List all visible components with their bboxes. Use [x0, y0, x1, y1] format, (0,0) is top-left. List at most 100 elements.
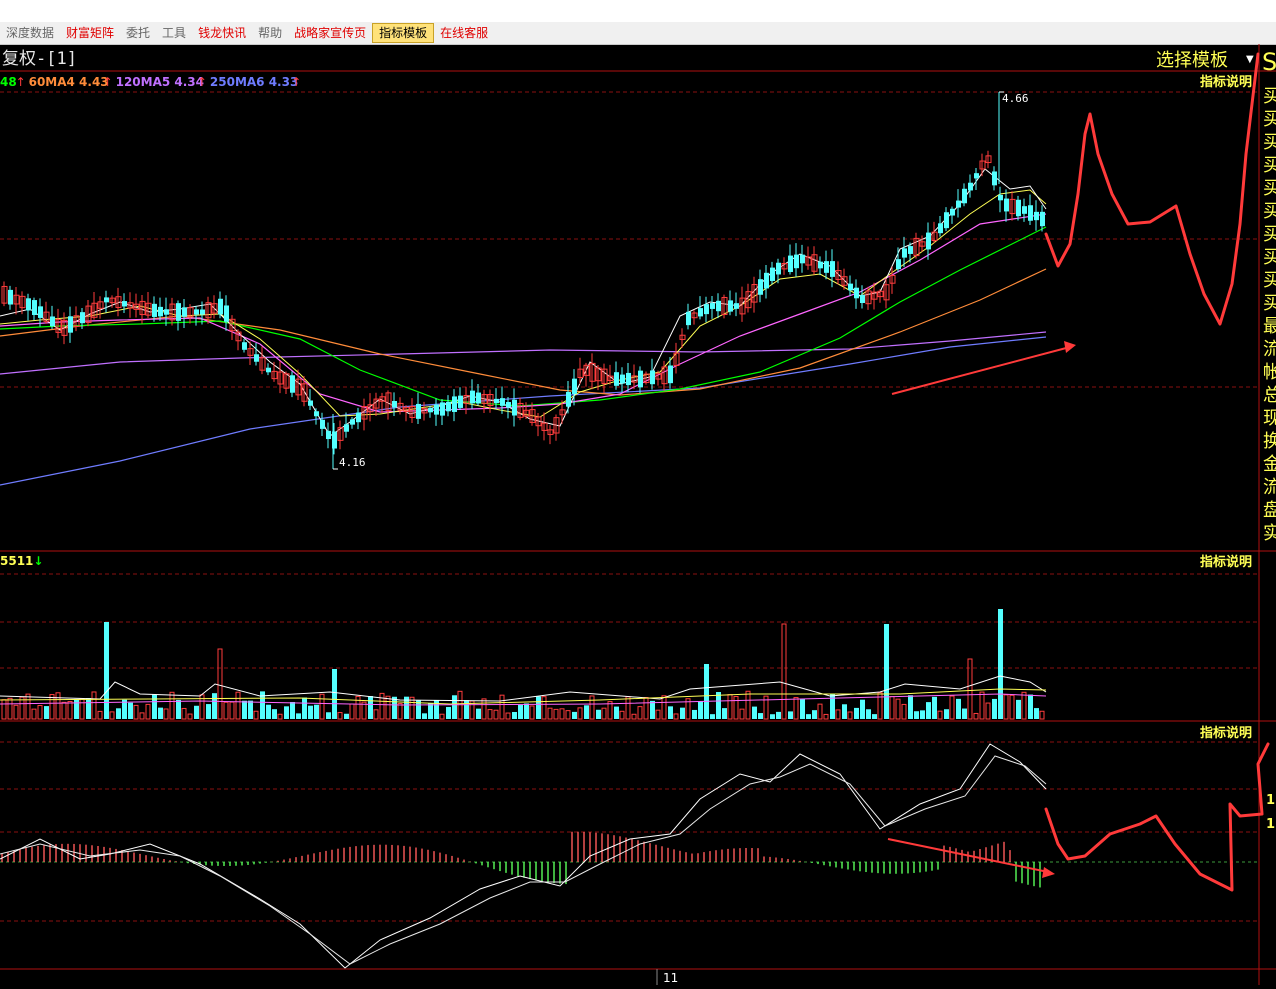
- menu-item-8[interactable]: 在线客服: [434, 24, 494, 42]
- macd-value-2: 1: [1266, 817, 1275, 832]
- volume-bar-up: [745, 690, 751, 720]
- macd-value-1: 1: [1266, 793, 1275, 808]
- candle-body-down: [182, 307, 187, 317]
- volume-bar-up: [589, 695, 595, 720]
- dropdown-arrow-icon[interactable]: ▼: [1246, 54, 1254, 65]
- volume-bar-down: [242, 700, 247, 719]
- volume-bar-down: [128, 702, 133, 719]
- volume-bar-down: [680, 707, 685, 719]
- right-column-char-4: 买: [1263, 178, 1276, 199]
- candle-body-down: [68, 316, 73, 333]
- chart-title: 复权-[1]: [2, 49, 77, 69]
- menu-item-0[interactable]: 深度数据: [0, 24, 60, 42]
- volume-bar-down: [74, 698, 79, 719]
- candle-body-down: [350, 419, 355, 425]
- menu-item-4[interactable]: 钱龙快讯: [192, 24, 252, 42]
- volume-bar-down: [860, 699, 865, 719]
- indicator-help-volume[interactable]: 指标说明: [1200, 554, 1252, 570]
- volume-bar-down: [866, 709, 871, 719]
- volume-bars: [0, 609, 1047, 720]
- volume-label: 5511↓: [0, 554, 43, 568]
- volume-bar-down: [326, 712, 331, 719]
- candle-body-down: [266, 367, 271, 373]
- right-column-char-18: 盘: [1263, 500, 1276, 521]
- volume-bar-down: [272, 709, 277, 719]
- candle-body-down: [854, 287, 859, 299]
- volume-bar-down: [104, 622, 109, 719]
- candle-body-down: [770, 267, 775, 281]
- volume-bar-down: [1028, 694, 1033, 719]
- kline-chart[interactable]: 复权-[1] 选择模板 ▼ S 48↑ 60MA4 4.43↑ 120MA5 4.3…: [0, 44, 1276, 985]
- candle-body-down: [26, 298, 31, 311]
- candle-body-down: [620, 374, 625, 384]
- volume-bar-down: [806, 714, 811, 719]
- volume-bar-down: [650, 700, 655, 719]
- candle-body-down: [800, 254, 805, 264]
- candle-body-down: [356, 412, 361, 423]
- candle-body-down: [1034, 211, 1039, 221]
- candle-body-down: [938, 223, 943, 234]
- candle-body-down: [734, 303, 739, 309]
- volume-bar-down: [248, 700, 253, 719]
- menu-item-7[interactable]: 指标模板: [372, 23, 435, 43]
- indicator-help-macd[interactable]: 指标说明: [1200, 725, 1252, 741]
- volume-bar-up: [553, 708, 559, 720]
- volume-bar-up: [253, 710, 259, 720]
- candle-body-down: [152, 303, 157, 317]
- candle-body-down: [668, 365, 673, 384]
- volume-bar-up: [655, 709, 661, 720]
- volume-bar-down: [920, 710, 925, 719]
- volume-bar-up: [529, 705, 535, 720]
- candle-body-down: [470, 390, 475, 404]
- volume-bar-up: [985, 702, 991, 720]
- volume-bar-up: [889, 696, 895, 720]
- indicator-help-price[interactable]: 指标说明: [1200, 74, 1252, 90]
- volume-bar-down: [536, 696, 541, 719]
- candle-body-down: [200, 309, 205, 315]
- candle-body-down: [50, 316, 55, 327]
- candle-body-down: [788, 255, 793, 273]
- ma-legend: 48↑ 60MA4 4.43↑ 120MA5 4.34↑ 250MA6 4.33↑: [0, 75, 301, 89]
- volume-bar-up: [835, 709, 841, 720]
- title-strip: [0, 0, 1276, 22]
- volume-bar-up: [319, 693, 325, 720]
- volume-bar-down: [584, 705, 589, 719]
- volume-bar-down: [290, 701, 295, 719]
- candle-body-down: [956, 200, 961, 208]
- volume-bar-down: [872, 714, 877, 719]
- candle-body-down: [392, 401, 397, 408]
- select-template-button[interactable]: 选择模板: [1156, 50, 1228, 71]
- ma-legend-item-2: 120MA5 4.34: [116, 75, 204, 89]
- volume-bar-down: [86, 698, 91, 719]
- candle-body-down: [998, 194, 1003, 201]
- volume-bar-up: [847, 711, 853, 720]
- macd-panel: [0, 743, 1047, 969]
- macd-dea-line: [0, 755, 1047, 965]
- menu-item-3[interactable]: 工具: [156, 24, 192, 42]
- volume-bar-up: [793, 697, 799, 720]
- macd-dif-line: [0, 743, 1047, 969]
- volume-bar-up: [493, 709, 499, 720]
- volume-bar-up: [37, 705, 43, 720]
- volume-bar-down: [476, 708, 481, 719]
- candle-body-down: [500, 398, 505, 406]
- right-column-char-15: 换: [1263, 431, 1276, 452]
- menu-item-5[interactable]: 帮助: [252, 24, 288, 42]
- volume-bar-down: [428, 703, 433, 719]
- candle-body-down: [494, 398, 499, 404]
- candle-body-down: [506, 402, 511, 408]
- edge-char: S: [1262, 48, 1276, 76]
- menu-item-2[interactable]: 委托: [120, 24, 156, 42]
- candle-body-down: [290, 375, 295, 393]
- volume-bar-down: [416, 700, 421, 719]
- menu-item-1[interactable]: 财富矩阵: [60, 24, 120, 42]
- right-column-char-11: 流: [1263, 339, 1276, 360]
- stock-chart-area[interactable]: 复权-[1] 选择模板 ▼ S 48 ↑ 60MA4 4.43 ↑ 120MA5 4.3…: [0, 44, 1276, 985]
- hand-drawn-annotations: [887, 52, 1270, 892]
- volume-bar-up: [937, 710, 943, 720]
- candle-body-down: [824, 261, 829, 273]
- candle-body-down: [848, 283, 853, 291]
- volume-bar-up: [487, 709, 493, 720]
- volume-bar-down: [614, 706, 619, 719]
- menu-item-6[interactable]: 战略家宣传页: [288, 24, 372, 42]
